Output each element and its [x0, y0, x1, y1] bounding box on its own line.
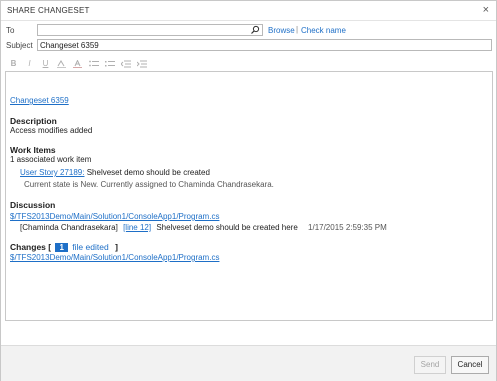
bulleted-list-icon[interactable] — [89, 59, 99, 69]
discussion-comment: Shelveset demo should be created here — [156, 223, 298, 232]
message-editor[interactable]: Changeset 6359 Description Access modifi… — [5, 71, 493, 321]
highlight-icon[interactable] — [57, 59, 66, 69]
send-button[interactable]: Send — [414, 356, 446, 374]
check-name-link[interactable]: Check name — [301, 26, 346, 35]
bold-icon[interactable]: B — [9, 59, 18, 69]
discussion-line-link[interactable]: [line 12] — [123, 223, 151, 232]
description-heading: Description — [10, 116, 57, 126]
changes-file-link[interactable]: $/TFS2013Demo/Main/Solution1/ConsoleApp1… — [10, 253, 219, 262]
link-separator: | — [296, 25, 299, 34]
dialog-footer: Send Cancel — [1, 345, 496, 381]
close-icon[interactable]: × — [483, 4, 489, 16]
underline-icon[interactable]: U — [41, 59, 50, 69]
search-icon[interactable] — [250, 25, 260, 35]
cancel-button[interactable]: Cancel — [451, 356, 489, 374]
discussion-file-link[interactable]: $/TFS2013Demo/Main/Solution1/ConsoleApp1… — [10, 212, 219, 221]
increase-indent-icon[interactable] — [137, 59, 147, 69]
changeset-link[interactable]: Changeset 6359 — [10, 96, 69, 105]
discussion-author: [Chaminda Chandrasekara] — [20, 223, 118, 232]
work-item-link[interactable]: User Story 27189: — [20, 168, 84, 177]
browse-link[interactable]: Browse — [268, 26, 295, 35]
work-item-row: User Story 27189: Shelveset demo should … — [20, 168, 210, 177]
decrease-indent-icon[interactable] — [121, 59, 131, 69]
changes-close-bracket: ] — [115, 242, 118, 252]
discussion-comment-row: [Chaminda Chandrasekara] [line 12] Shelv… — [20, 223, 387, 232]
changes-row: Changes [ 1 file edited ] — [10, 242, 118, 252]
share-changeset-dialog: SHARE CHANGESET × To Browse | Check name… — [0, 0, 497, 381]
discussion-heading: Discussion — [10, 200, 56, 210]
subject-label: Subject — [6, 41, 33, 50]
dialog-title: SHARE CHANGESET — [7, 6, 90, 15]
discussion-timestamp: 1/17/2015 2:59:35 PM — [308, 223, 387, 232]
work-items-heading: Work Items — [10, 145, 56, 155]
numbered-list-icon[interactable] — [105, 59, 115, 69]
to-label: To — [6, 26, 15, 35]
description-text: Access modifies added — [10, 126, 93, 135]
subject-field[interactable]: Changeset 6359 — [37, 39, 492, 51]
title-bar: SHARE CHANGESET × — [1, 1, 496, 21]
work-item-title: Shelveset demo should be created — [86, 168, 210, 177]
changes-files-label[interactable]: file edited — [72, 242, 108, 252]
work-items-count: 1 associated work item — [10, 155, 92, 164]
changes-count-badge: 1 — [55, 243, 68, 252]
font-color-icon[interactable] — [73, 59, 82, 69]
formatting-toolbar: B I U — [9, 58, 147, 70]
italic-icon[interactable]: I — [25, 59, 34, 69]
changes-heading: Changes [ — [10, 242, 52, 252]
work-item-state: Current state is New. Currently assigned… — [24, 180, 274, 189]
to-field[interactable] — [37, 24, 263, 36]
